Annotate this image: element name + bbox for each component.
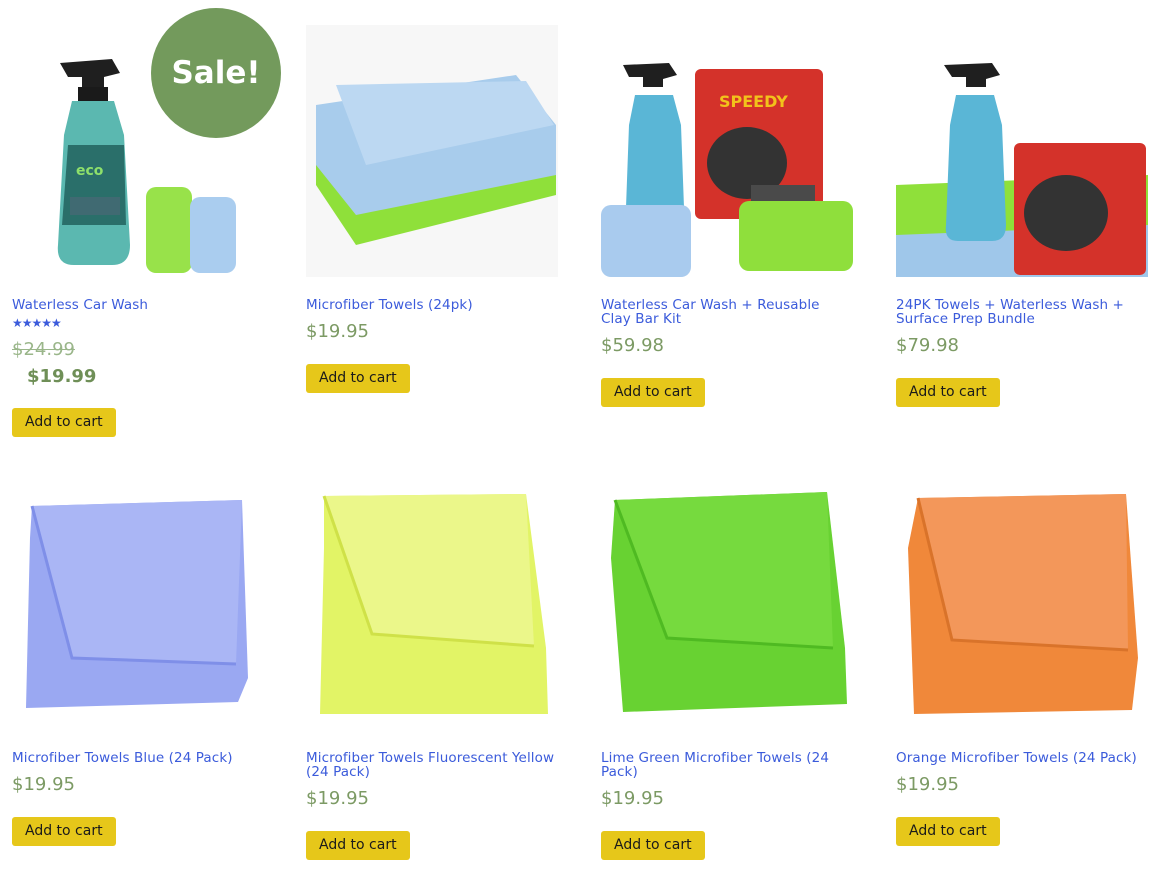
product-title[interactable]: Microfiber Towels (24pk): [306, 298, 558, 312]
product-image-wash-clay-bar-kit[interactable]: SPEEDY: [601, 25, 853, 277]
product-title[interactable]: Microfiber Towels Fluorescent Yellow (24…: [306, 751, 558, 779]
price-original: $24.99: [12, 339, 75, 360]
add-to-cart-button[interactable]: Add to cart: [306, 364, 410, 393]
product-title[interactable]: Orange Microfiber Towels (24 Pack): [896, 751, 1148, 765]
add-to-cart-button[interactable]: Add to cart: [12, 408, 116, 437]
price: $19.95: [12, 774, 75, 795]
towel-icon: [306, 478, 558, 730]
product-image-blue-towels[interactable]: [12, 478, 264, 730]
price: $19.95: [896, 774, 959, 795]
product-image-yellow-towels[interactable]: [306, 478, 558, 730]
svg-text:SPEEDY: SPEEDY: [719, 92, 788, 111]
product-title[interactable]: Microfiber Towels Blue (24 Pack): [12, 751, 264, 765]
bundle-icon: [896, 25, 1148, 277]
product-title[interactable]: Waterless Car Wash + Reusable Clay Bar K…: [601, 298, 853, 326]
add-to-cart-button[interactable]: Add to cart: [12, 817, 116, 846]
product-title[interactable]: 24PK Towels + Waterless Wash + Surface P…: [896, 298, 1148, 326]
product-image-bundle[interactable]: [896, 25, 1148, 277]
add-to-cart-button[interactable]: Add to cart: [306, 831, 410, 860]
price: $79.98: [896, 335, 959, 356]
price: $19.95: [306, 788, 369, 809]
price: $19.95: [306, 321, 369, 342]
add-to-cart-button[interactable]: Add to cart: [601, 831, 705, 860]
towel-stack-icon: [306, 25, 558, 277]
price: $19.95: [601, 788, 664, 809]
product-title[interactable]: Waterless Car Wash: [12, 298, 264, 312]
towel-icon: [896, 478, 1148, 730]
product-image-microfiber-towels-24pk[interactable]: [306, 25, 558, 277]
towel-icon: [12, 478, 264, 730]
product-image-lime-green-towels[interactable]: [601, 478, 853, 730]
clay-bar-kit-icon: SPEEDY: [601, 25, 853, 277]
product-title[interactable]: Lime Green Microfiber Towels (24 Pack): [601, 751, 853, 779]
towel-icon: [601, 478, 853, 730]
add-to-cart-button[interactable]: Add to cart: [896, 817, 1000, 846]
add-to-cart-button[interactable]: Add to cart: [896, 378, 1000, 407]
price-sale: $19.99: [27, 366, 97, 387]
add-to-cart-button[interactable]: Add to cart: [601, 378, 705, 407]
rating-stars: ★★★★★: [12, 316, 62, 330]
price: $59.98: [601, 335, 664, 356]
svg-text:eco: eco: [76, 163, 104, 179]
sale-badge: Sale!: [151, 8, 281, 138]
product-image-orange-towels[interactable]: [896, 478, 1148, 730]
